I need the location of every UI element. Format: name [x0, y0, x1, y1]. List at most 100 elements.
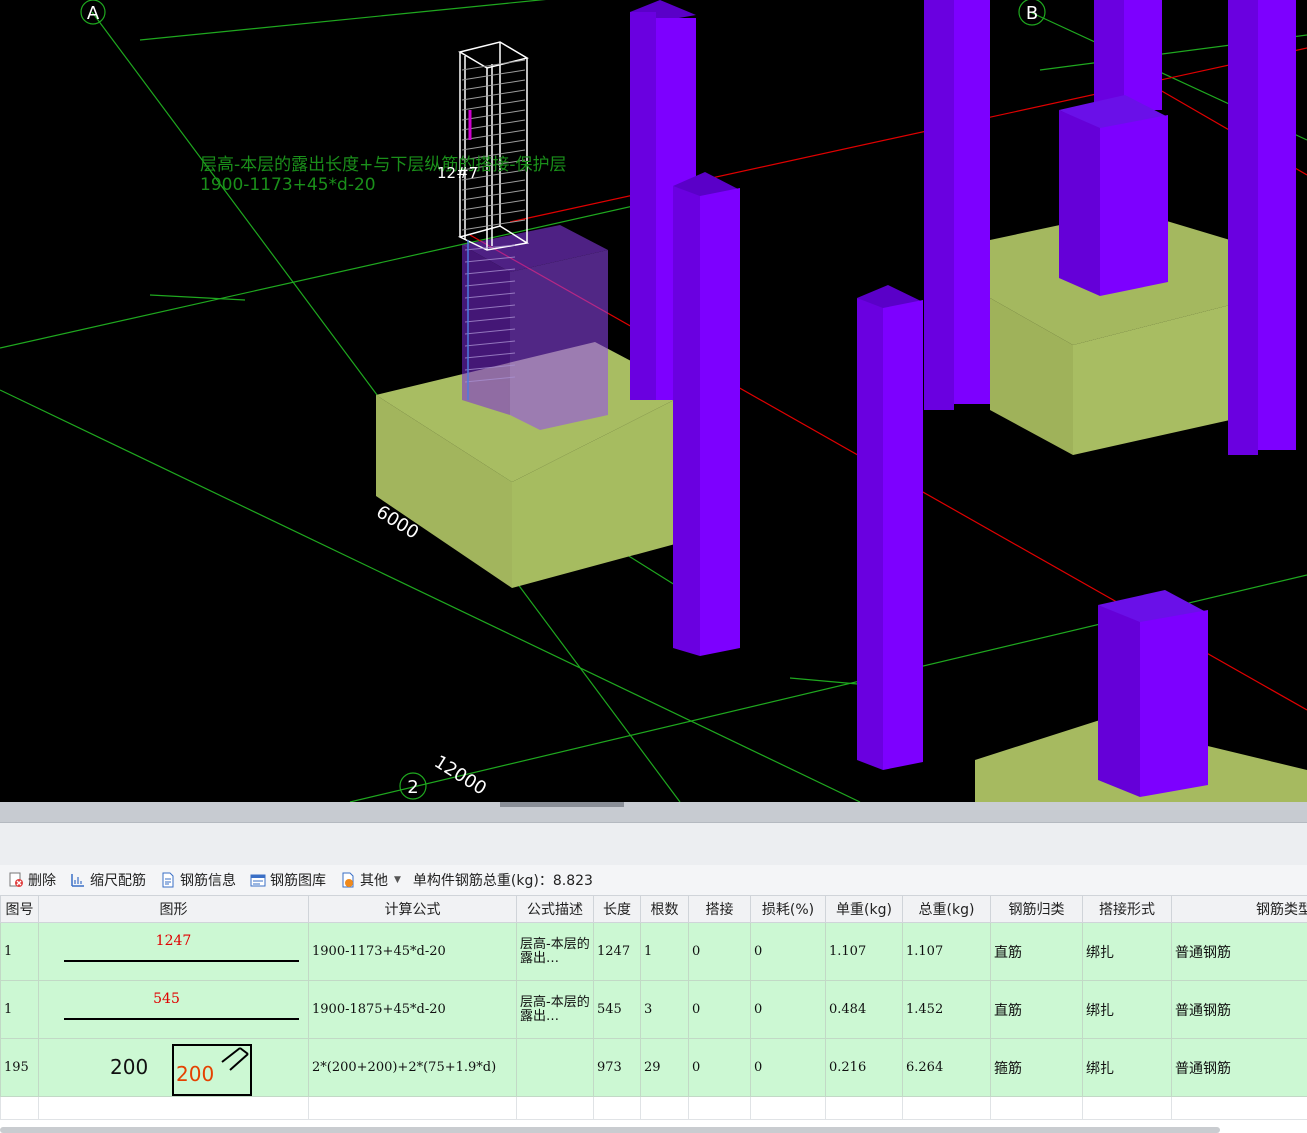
- empty-cell[interactable]: [688, 1096, 751, 1120]
- cell-total-weight[interactable]: 6.264: [902, 1038, 991, 1097]
- cell-lap[interactable]: 0: [688, 922, 751, 981]
- column-translucent[interactable]: [462, 225, 608, 430]
- 3d-scene[interactable]: A B 2 6000 12000 层高-本层的露出长度+与下层纵筋的搭接-保护层…: [0, 0, 1307, 802]
- bar-line: [64, 1018, 299, 1020]
- delete-icon: [8, 872, 24, 888]
- table-header-row: 图号 图形 计算公式 公式描述 长度 根数 搭接 损耗(%) 单重(kg) 总重…: [0, 895, 1307, 923]
- cell-formula[interactable]: 2*(200+200)+2*(75+1.9*d): [308, 1038, 517, 1097]
- empty-cell[interactable]: [1171, 1096, 1307, 1120]
- col-header[interactable]: 计算公式: [308, 895, 517, 923]
- col-header[interactable]: 图号: [0, 895, 39, 923]
- panel-splitter[interactable]: [0, 802, 1307, 810]
- cell-count[interactable]: 29: [640, 1038, 689, 1097]
- cell-lap-form[interactable]: 绑扎: [1082, 1038, 1172, 1097]
- empty-cell[interactable]: [308, 1096, 517, 1120]
- delete-button[interactable]: 删除: [8, 870, 56, 890]
- table-row-empty[interactable]: [0, 1096, 1307, 1120]
- stirrup-width-label: 200: [110, 1055, 149, 1079]
- axis-marker-b[interactable]: B: [1018, 0, 1046, 26]
- col-header[interactable]: 搭接: [688, 895, 751, 923]
- other-dropdown[interactable]: 其他 ▼: [340, 870, 401, 890]
- col-header[interactable]: 根数: [640, 895, 689, 923]
- cell-count[interactable]: 1: [640, 922, 689, 981]
- cell-shape[interactable]: 1247: [38, 922, 309, 981]
- axis-marker-a[interactable]: A: [80, 0, 106, 25]
- col-header[interactable]: 损耗(%): [750, 895, 826, 923]
- cell-shape[interactable]: 545: [38, 980, 309, 1039]
- cell-formula[interactable]: 1900-1875+45*d-20: [308, 980, 517, 1039]
- empty-cell[interactable]: [990, 1096, 1083, 1120]
- col-header[interactable]: 图形: [38, 895, 309, 923]
- empty-cell[interactable]: [38, 1096, 309, 1120]
- chevron-down-icon: ▼: [394, 875, 401, 885]
- cell-type[interactable]: 普通钢筋: [1171, 980, 1307, 1039]
- straight-bar-shape: 545: [42, 982, 305, 1038]
- cell-count[interactable]: 3: [640, 980, 689, 1039]
- cell-type[interactable]: 普通钢筋: [1171, 1038, 1307, 1097]
- svg-text:B: B: [1026, 3, 1038, 24]
- straight-bar-shape: 1247: [42, 924, 305, 980]
- scale-rebar-button[interactable]: 缩尺配筋: [70, 870, 146, 890]
- cell-length[interactable]: 545: [593, 980, 641, 1039]
- rebar-toolbar: 删除 缩尺配筋 钢筋信息 钢筋图库 其他 ▼ 单构件钢筋总重(kg)：8.823: [0, 865, 1307, 896]
- stirrup-box: 200: [172, 1044, 252, 1096]
- cell-fig[interactable]: 1: [0, 922, 39, 981]
- total-weight-text: 单构件钢筋总重(kg)：8.823: [412, 873, 593, 889]
- col-header[interactable]: 单重(kg): [825, 895, 903, 923]
- cell-desc[interactable]: 层高-本层的露出…: [516, 922, 594, 981]
- cell-formula[interactable]: 1900-1173+45*d-20: [308, 922, 517, 981]
- cell-unit-weight[interactable]: 0.484: [825, 980, 903, 1039]
- empty-cell[interactable]: [0, 1096, 39, 1120]
- cell-loss[interactable]: 0: [750, 1038, 826, 1097]
- cell-fig[interactable]: 1: [0, 980, 39, 1039]
- col-header[interactable]: 总重(kg): [902, 895, 991, 923]
- panel-header-band: [0, 810, 1307, 823]
- horizontal-scrollbar[interactable]: [0, 1127, 1220, 1133]
- rebar-info-button[interactable]: 钢筋信息: [160, 870, 236, 890]
- cell-category[interactable]: 箍筋: [990, 1038, 1083, 1097]
- other-label: 其他: [360, 873, 388, 889]
- cell-length[interactable]: 1247: [593, 922, 641, 981]
- table-row[interactable]: 1 545 1900-1875+45*d-20 层高-本层的露出… 545 3 …: [0, 980, 1307, 1039]
- cell-desc[interactable]: [516, 1038, 594, 1097]
- cell-unit-weight[interactable]: 1.107: [825, 922, 903, 981]
- cell-shape[interactable]: 200 200: [38, 1038, 309, 1097]
- rebar-library-button[interactable]: 钢筋图库: [250, 870, 326, 890]
- col-header[interactable]: 搭接形式: [1082, 895, 1172, 923]
- rebar-library-label: 钢筋图库: [270, 873, 326, 889]
- bar-line: [64, 960, 299, 962]
- cell-unit-weight[interactable]: 0.216: [825, 1038, 903, 1097]
- cell-desc[interactable]: 层高-本层的露出…: [516, 980, 594, 1039]
- col-header[interactable]: 钢筋类型: [1171, 895, 1307, 923]
- cell-lap-form[interactable]: 绑扎: [1082, 922, 1172, 981]
- empty-cell[interactable]: [825, 1096, 903, 1120]
- splitter-grip[interactable]: [500, 802, 624, 807]
- cell-lap[interactable]: 0: [688, 1038, 751, 1097]
- cell-fig[interactable]: 195: [0, 1038, 39, 1097]
- empty-cell[interactable]: [1082, 1096, 1172, 1120]
- col-header[interactable]: 长度: [593, 895, 641, 923]
- cell-lap-form[interactable]: 绑扎: [1082, 980, 1172, 1039]
- cell-loss[interactable]: 0: [750, 980, 826, 1039]
- empty-cell[interactable]: [516, 1096, 594, 1120]
- col-header[interactable]: 公式描述: [516, 895, 594, 923]
- cell-total-weight[interactable]: 1.452: [902, 980, 991, 1039]
- col-header[interactable]: 钢筋归类: [990, 895, 1083, 923]
- cell-loss[interactable]: 0: [750, 922, 826, 981]
- cell-total-weight[interactable]: 1.107: [902, 922, 991, 981]
- cell-lap[interactable]: 0: [688, 980, 751, 1039]
- cell-type[interactable]: 普通钢筋: [1171, 922, 1307, 981]
- cell-length[interactable]: 973: [593, 1038, 641, 1097]
- table-row[interactable]: 1 1247 1900-1173+45*d-20 层高-本层的露出… 1247 …: [0, 922, 1307, 981]
- axis-marker-2[interactable]: 2: [399, 772, 427, 800]
- svg-text:A: A: [87, 3, 100, 24]
- empty-cell[interactable]: [750, 1096, 826, 1120]
- rebar-tag: 12#7: [437, 164, 478, 182]
- empty-cell[interactable]: [640, 1096, 689, 1120]
- empty-cell[interactable]: [593, 1096, 641, 1120]
- cell-category[interactable]: 直筋: [990, 980, 1083, 1039]
- 3d-viewport[interactable]: A B 2 6000 12000 层高-本层的露出长度+与下层纵筋的搭接-保护层…: [0, 0, 1307, 802]
- table-row[interactable]: 195 200 200 2*(200+200)+2*(75+1.9*d) 973…: [0, 1038, 1307, 1097]
- cell-category[interactable]: 直筋: [990, 922, 1083, 981]
- empty-cell[interactable]: [902, 1096, 991, 1120]
